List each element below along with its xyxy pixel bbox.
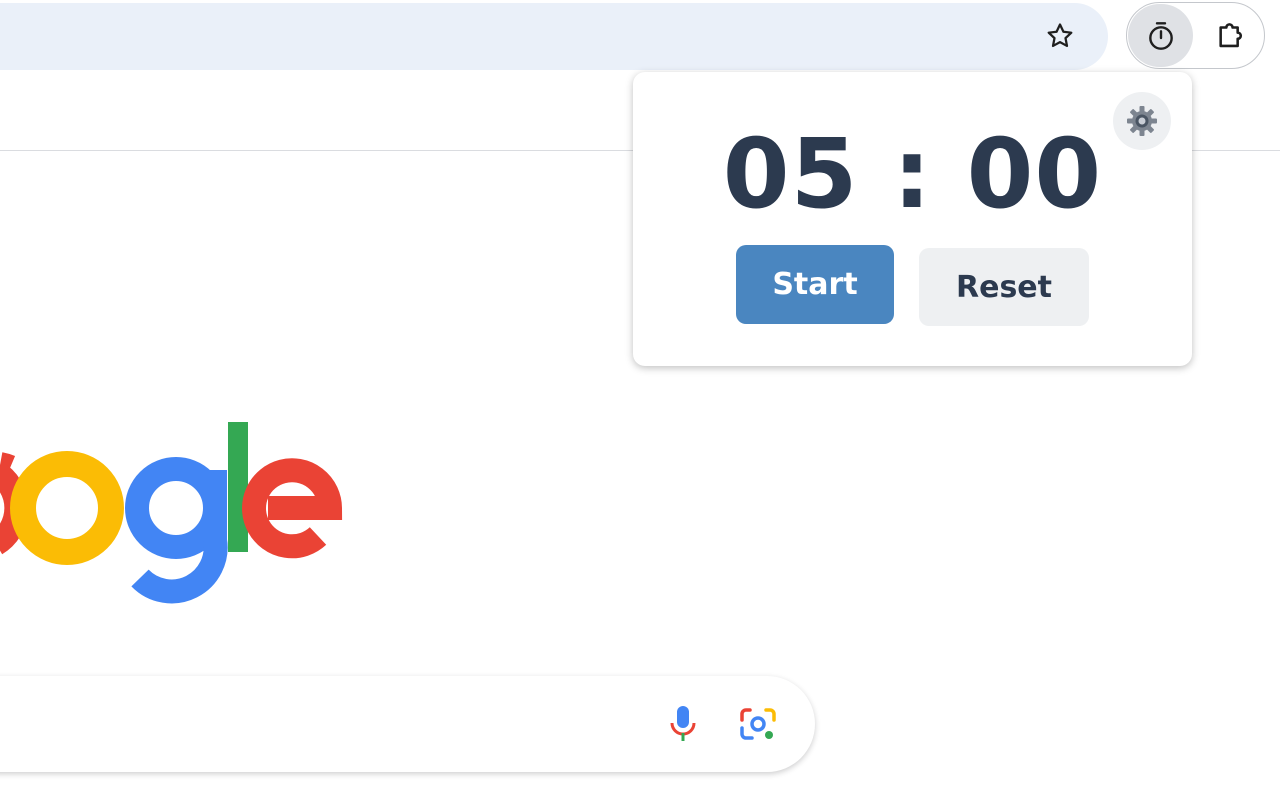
timer-display: 05 : 00 xyxy=(722,118,1103,230)
microphone-icon xyxy=(670,706,696,741)
reset-button[interactable]: Reset xyxy=(919,248,1089,326)
start-button[interactable]: Start xyxy=(736,245,894,324)
camera-lens-icon xyxy=(740,708,776,740)
stopwatch-icon xyxy=(1148,21,1173,50)
star-icon xyxy=(1047,23,1073,48)
voice-search-button[interactable] xyxy=(664,702,702,746)
address-bar[interactable] xyxy=(0,3,1108,70)
lens-search-button[interactable] xyxy=(736,702,780,746)
puzzle-icon xyxy=(1219,23,1242,48)
google-logo xyxy=(0,422,343,604)
timer-popup: 05 : 00 Start Reset xyxy=(633,72,1192,366)
extensions-menu-button[interactable] xyxy=(1208,14,1256,58)
bookmark-star-button[interactable] xyxy=(1038,14,1082,58)
timer-extension-button[interactable] xyxy=(1128,4,1193,67)
